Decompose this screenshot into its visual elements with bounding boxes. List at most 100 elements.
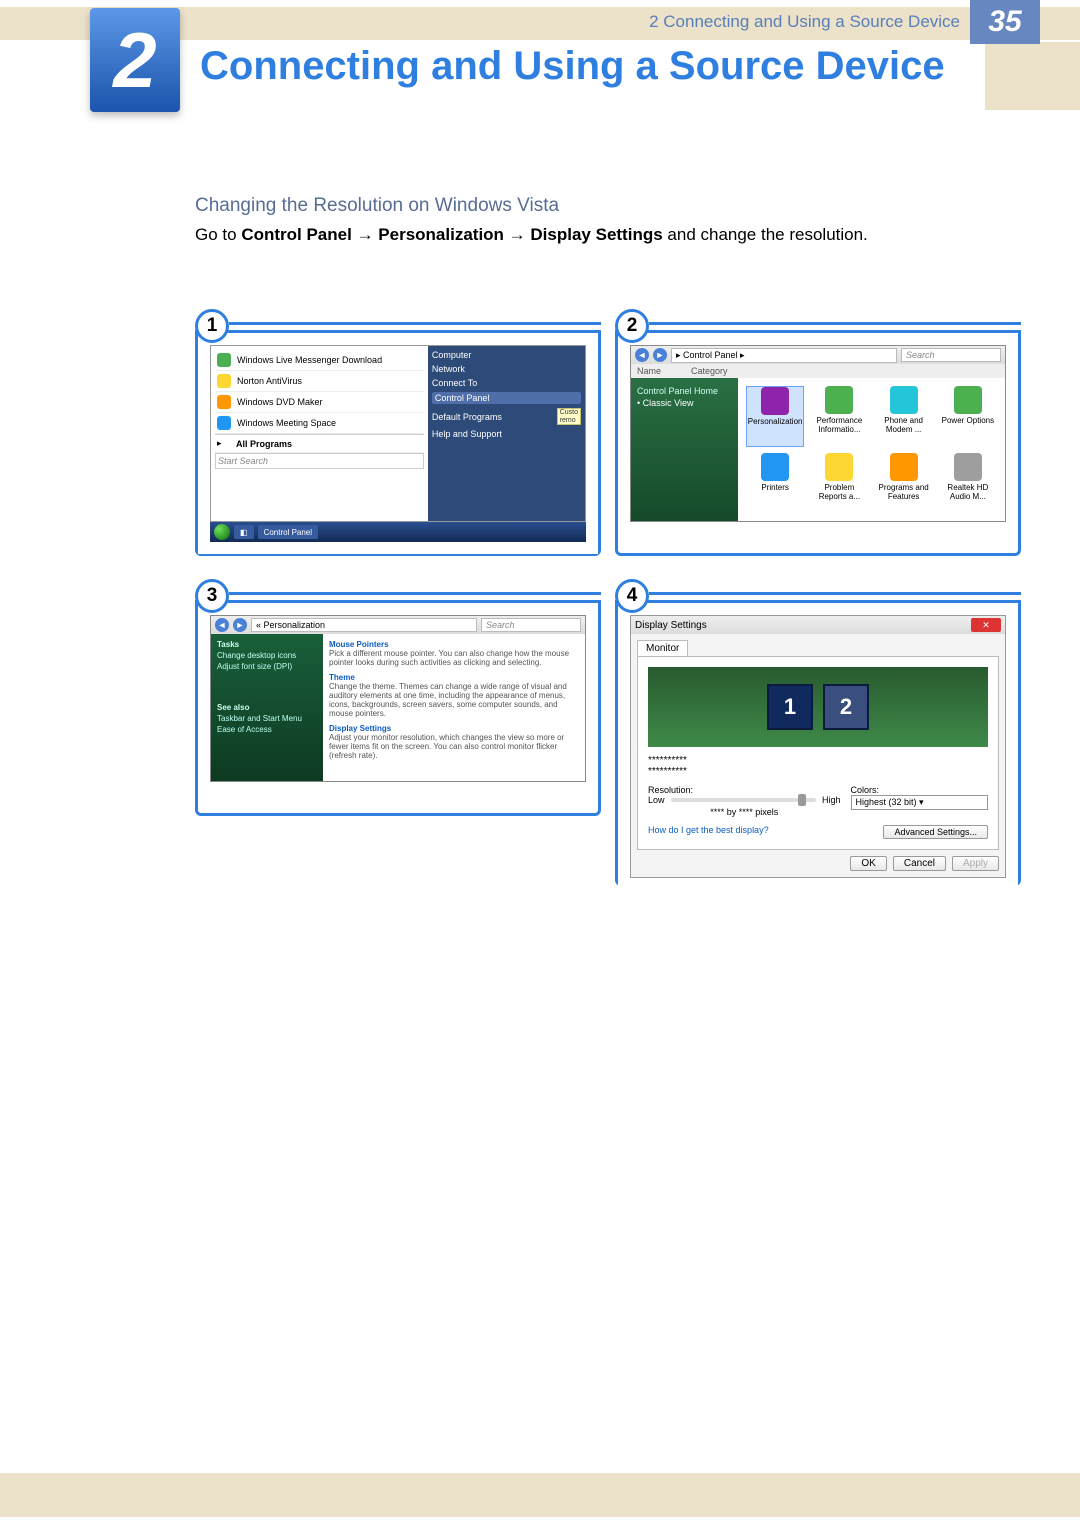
cp-item-7[interactable]: Realtek HD Audio M...: [939, 453, 997, 514]
step-number-4: 4: [615, 579, 649, 613]
sm-item-3[interactable]: Windows Meeting Space: [237, 418, 336, 428]
cp-item-icon: [825, 386, 853, 414]
cp-item-4[interactable]: Printers: [746, 453, 804, 514]
res-low: Low: [648, 795, 665, 805]
footer-band: [0, 1473, 1080, 1517]
sm-item-2[interactable]: Windows DVD Maker: [237, 397, 323, 407]
advanced-settings-button[interactable]: Advanced Settings...: [883, 825, 988, 839]
res-pixels: **** by **** pixels: [648, 807, 841, 817]
pz-seealso-0[interactable]: Taskbar and Start Menu: [217, 714, 317, 723]
para-pre: Go to: [195, 225, 241, 244]
step-number-3: 3: [195, 579, 229, 613]
step-panel-4: 4 Display Settings ✕ Monitor 1 2 *******…: [615, 600, 1021, 886]
sm-right-control-panel[interactable]: Control Panel: [432, 392, 581, 404]
chapter-title: Connecting and Using a Source Device: [200, 44, 945, 89]
quicklaunch-icon[interactable]: ◧: [234, 525, 254, 539]
pz-side-0[interactable]: Change desktop icons: [217, 651, 317, 660]
resolution-label: Resolution:: [648, 785, 841, 795]
monitor-preview: 1 2: [648, 667, 988, 747]
tooltip-custo: Custo: [560, 409, 578, 417]
cp-item-icon: [890, 386, 918, 414]
pz-back-icon[interactable]: ◄: [215, 618, 229, 632]
header-band-right: [985, 42, 1080, 110]
res-high: High: [822, 795, 841, 805]
sm-all-programs[interactable]: All Programs: [236, 439, 292, 449]
cp-item-0[interactable]: Personalization: [746, 386, 804, 447]
identify-line-1: **********: [648, 755, 988, 766]
para-bold-2: Personalization: [378, 225, 504, 244]
taskbar-control-panel[interactable]: Control Panel: [258, 525, 318, 539]
start-search-input[interactable]: Start Search: [215, 453, 424, 469]
colors-label: Colors:: [851, 785, 989, 795]
cp-item-icon: [890, 453, 918, 481]
cp-item-1[interactable]: Performance Informatio...: [810, 386, 868, 447]
sm-right-2[interactable]: Connect To: [432, 378, 581, 388]
pz-item-2[interactable]: Display SettingsAdjust your monitor reso…: [329, 724, 579, 760]
cp-item-icon: [761, 387, 789, 415]
colors-select[interactable]: Highest (32 bit) ▾: [851, 795, 989, 810]
section-subheading: Changing the Resolution on Windows Vista: [195, 195, 559, 217]
dvdmaker-icon: [217, 395, 231, 409]
nav-back-icon[interactable]: ◄: [635, 348, 649, 362]
resolution-slider[interactable]: [671, 798, 816, 802]
close-icon[interactable]: ✕: [971, 618, 1001, 632]
cp-item-5[interactable]: Problem Reports a...: [810, 453, 868, 514]
instruction-paragraph: Go to Control Panel → Personalization → …: [195, 225, 868, 245]
footer-chapter-text: 2 Connecting and Using a Source Device: [649, 12, 960, 32]
meeting-icon: [217, 416, 231, 430]
messenger-icon: [217, 353, 231, 367]
cp-search-input[interactable]: Search: [901, 348, 1001, 362]
identify-line-2: **********: [648, 766, 988, 777]
nav-fwd-icon[interactable]: ►: [653, 348, 667, 362]
monitor-1[interactable]: 1: [767, 684, 813, 730]
pz-seealso-header: See also: [217, 703, 249, 712]
cp-item-3[interactable]: Power Options: [939, 386, 997, 447]
para-post: and change the resolution.: [667, 225, 867, 244]
arrow-1: →: [357, 225, 379, 244]
col-name: Name: [637, 366, 661, 376]
sm-right-5[interactable]: Help and Support: [432, 429, 581, 439]
step-number-1: 1: [195, 309, 229, 343]
pz-breadcrumb[interactable]: « Personalization: [251, 618, 477, 632]
apply-button[interactable]: Apply: [952, 856, 999, 871]
cp-item-6[interactable]: Programs and Features: [875, 453, 933, 514]
cp-item-icon: [761, 453, 789, 481]
norton-icon: [217, 374, 231, 388]
step-panel-2: 2 ◄ ► ▸ Control Panel ▸ Search Name Cate…: [615, 330, 1021, 556]
sm-right-0[interactable]: Computer: [432, 350, 581, 360]
sm-right-1[interactable]: Network: [432, 364, 581, 374]
sm-right-4[interactable]: Default Programs: [432, 412, 555, 422]
monitor-2[interactable]: 2: [823, 684, 869, 730]
sm-item-0[interactable]: Windows Live Messenger Download: [237, 355, 382, 365]
cp-classic-link[interactable]: • Classic View: [637, 398, 732, 408]
para-bold-1: Control Panel: [241, 225, 352, 244]
ds-window-title: Display Settings: [635, 620, 707, 631]
step-panel-3: 3 ◄ ► « Personalization Search Tasks Cha…: [195, 600, 601, 816]
pz-tasks-header: Tasks: [217, 640, 239, 649]
cp-home-link[interactable]: Control Panel Home: [637, 386, 732, 396]
cp-item-icon: [825, 453, 853, 481]
cp-item-2[interactable]: Phone and Modem ...: [875, 386, 933, 447]
breadcrumb-bar[interactable]: ▸ Control Panel ▸: [671, 348, 897, 363]
best-display-link[interactable]: How do I get the best display?: [648, 825, 769, 839]
cp-item-icon: [954, 453, 982, 481]
pz-item-1[interactable]: ThemeChange the theme. Themes can change…: [329, 673, 579, 718]
pz-seealso-1[interactable]: Ease of Access: [217, 725, 317, 734]
pz-side-1[interactable]: Adjust font size (DPI): [217, 662, 317, 671]
step-number-2: 2: [615, 309, 649, 343]
tooltip-remo: remo: [560, 417, 578, 425]
pz-search-input[interactable]: Search: [481, 618, 581, 632]
para-bold-3: Display Settings: [530, 225, 662, 244]
footer-page-number: 35: [970, 0, 1040, 44]
pz-fwd-icon[interactable]: ►: [233, 618, 247, 632]
ds-monitor-tab[interactable]: Monitor: [637, 640, 688, 656]
col-category: Category: [691, 366, 728, 376]
cp-item-icon: [954, 386, 982, 414]
sm-item-1[interactable]: Norton AntiVirus: [237, 376, 302, 386]
pz-item-0[interactable]: Mouse PointersPick a different mouse poi…: [329, 640, 579, 667]
start-orb-icon[interactable]: [214, 524, 230, 540]
cancel-button[interactable]: Cancel: [893, 856, 946, 871]
chapter-badge: 2: [90, 8, 180, 112]
arrow-2: →: [509, 225, 531, 244]
ok-button[interactable]: OK: [850, 856, 886, 871]
